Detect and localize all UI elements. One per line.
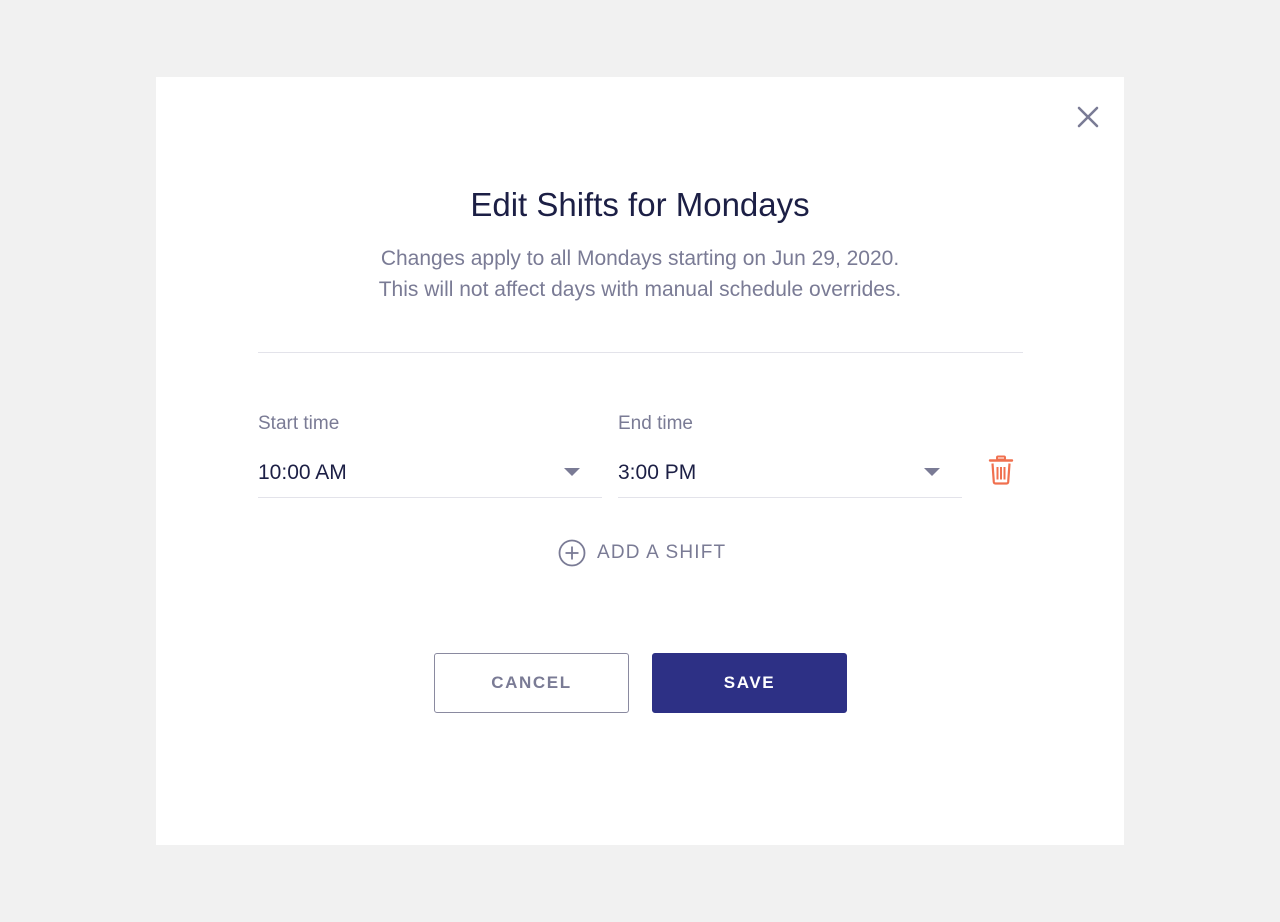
plus-circle-icon [558,539,586,567]
add-shift-label: ADD A SHIFT [597,542,727,563]
chevron-down-icon [924,468,940,476]
add-shift-button[interactable]: ADD A SHIFT [558,539,726,567]
divider [258,352,1023,353]
close-icon [1077,106,1099,128]
save-button[interactable]: SAVE [652,653,847,713]
cancel-button[interactable]: CANCEL [434,653,629,713]
edit-shifts-dialog: Edit Shifts for Mondays Changes apply to… [156,77,1124,845]
subtitle-line-1: Changes apply to all Mondays starting on… [380,247,900,270]
end-time-value: 3:00 PM [618,461,697,484]
start-time-field: Start time 10:00 AM [258,411,602,498]
end-time-select[interactable]: 3:00 PM [618,459,962,498]
end-time-field: End time 3:00 PM [618,411,962,498]
dialog-subtitle: Changes apply to all Mondays starting on… [156,243,1124,305]
subtitle-line-2: This will not affect days with manual sc… [378,278,902,301]
start-time-value: 10:00 AM [258,461,347,484]
delete-shift-button[interactable] [988,455,1014,485]
dialog-title: Edit Shifts for Mondays [470,186,810,223]
start-time-select[interactable]: 10:00 AM [258,459,602,498]
start-time-label: Start time [258,413,340,434]
trash-icon [988,455,1014,485]
chevron-down-icon [564,468,580,476]
close-button[interactable] [1074,103,1102,131]
end-time-label: End time [618,413,693,434]
